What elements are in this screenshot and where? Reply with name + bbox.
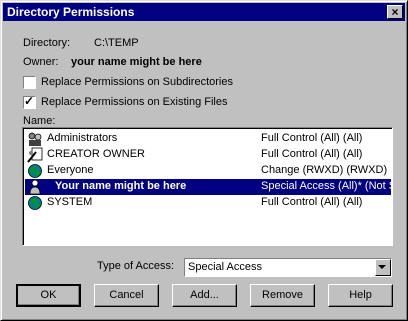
entry-access: Full Control (All) (All): [261, 196, 363, 208]
remove-button[interactable]: Remove: [250, 284, 315, 307]
list-item[interactable]: SYSTEM Full Control (All) (All): [25, 195, 391, 211]
owner-label: Owner:: [23, 56, 59, 68]
type-of-access-label: Type of Access:: [97, 260, 175, 272]
list-item[interactable]: Administrators Full Control (All) (All): [25, 131, 391, 147]
help-button[interactable]: Help: [328, 284, 393, 307]
entry-access: Special Access (All)* (Not S: [261, 180, 393, 192]
directory-value: C:\TEMP: [94, 37, 139, 49]
add-button[interactable]: Add...: [172, 284, 237, 307]
entry-name: SYSTEM: [47, 196, 93, 208]
directory-permissions-dialog: Directory Permissions × Directory: C:\TE…: [0, 0, 408, 321]
directory-label: Directory:: [23, 37, 71, 49]
creator-owner-icon: [27, 147, 43, 163]
close-button[interactable]: ×: [387, 5, 403, 19]
entry-access: Change (RWXD) (RWXD): [261, 164, 388, 176]
group-icon: [28, 132, 42, 146]
window-title: Directory Permissions: [7, 5, 135, 19]
entry-access: Full Control (All) (All): [261, 132, 363, 144]
replace-subdirectories-label[interactable]: Replace Permissions on Subdirectories: [41, 76, 233, 88]
entry-access: Full Control (All) (All): [261, 148, 363, 160]
entry-name: Your name might be here: [55, 180, 187, 192]
title-bar[interactable]: Directory Permissions ×: [3, 3, 405, 21]
permissions-list[interactable]: Administrators Full Control (All) (All) …: [22, 127, 393, 246]
entry-name: Administrators: [47, 132, 118, 144]
dropdown-button[interactable]: [375, 259, 391, 276]
type-of-access-value: Special Access: [188, 261, 262, 273]
replace-files-label[interactable]: Replace Permissions on Existing Files: [41, 96, 227, 108]
system-icon: [28, 196, 42, 210]
ok-button[interactable]: OK: [16, 284, 81, 307]
close-icon: ×: [391, 5, 399, 19]
cancel-button[interactable]: Cancel: [94, 284, 159, 307]
list-item[interactable]: CREATOR OWNER Full Control (All) (All): [25, 147, 391, 163]
owner-value: your name might be here: [71, 56, 202, 68]
globe-icon: [28, 164, 42, 178]
entry-name: CREATOR OWNER: [47, 148, 145, 160]
replace-files-checkbox[interactable]: ✓: [23, 94, 36, 109]
entry-name: Everyone: [47, 164, 94, 176]
list-item[interactable]: Your name might be here Special Access (…: [25, 179, 393, 195]
type-of-access-select[interactable]: Special Access: [184, 258, 392, 277]
replace-subdirectories-checkbox[interactable]: [23, 76, 36, 89]
chevron-down-icon: [378, 265, 386, 269]
user-icon: [29, 179, 41, 195]
checkmark-icon: ✓: [24, 94, 35, 108]
list-item[interactable]: Everyone Change (RWXD) (RWXD): [25, 163, 391, 179]
name-list-label: Name:: [23, 115, 56, 127]
